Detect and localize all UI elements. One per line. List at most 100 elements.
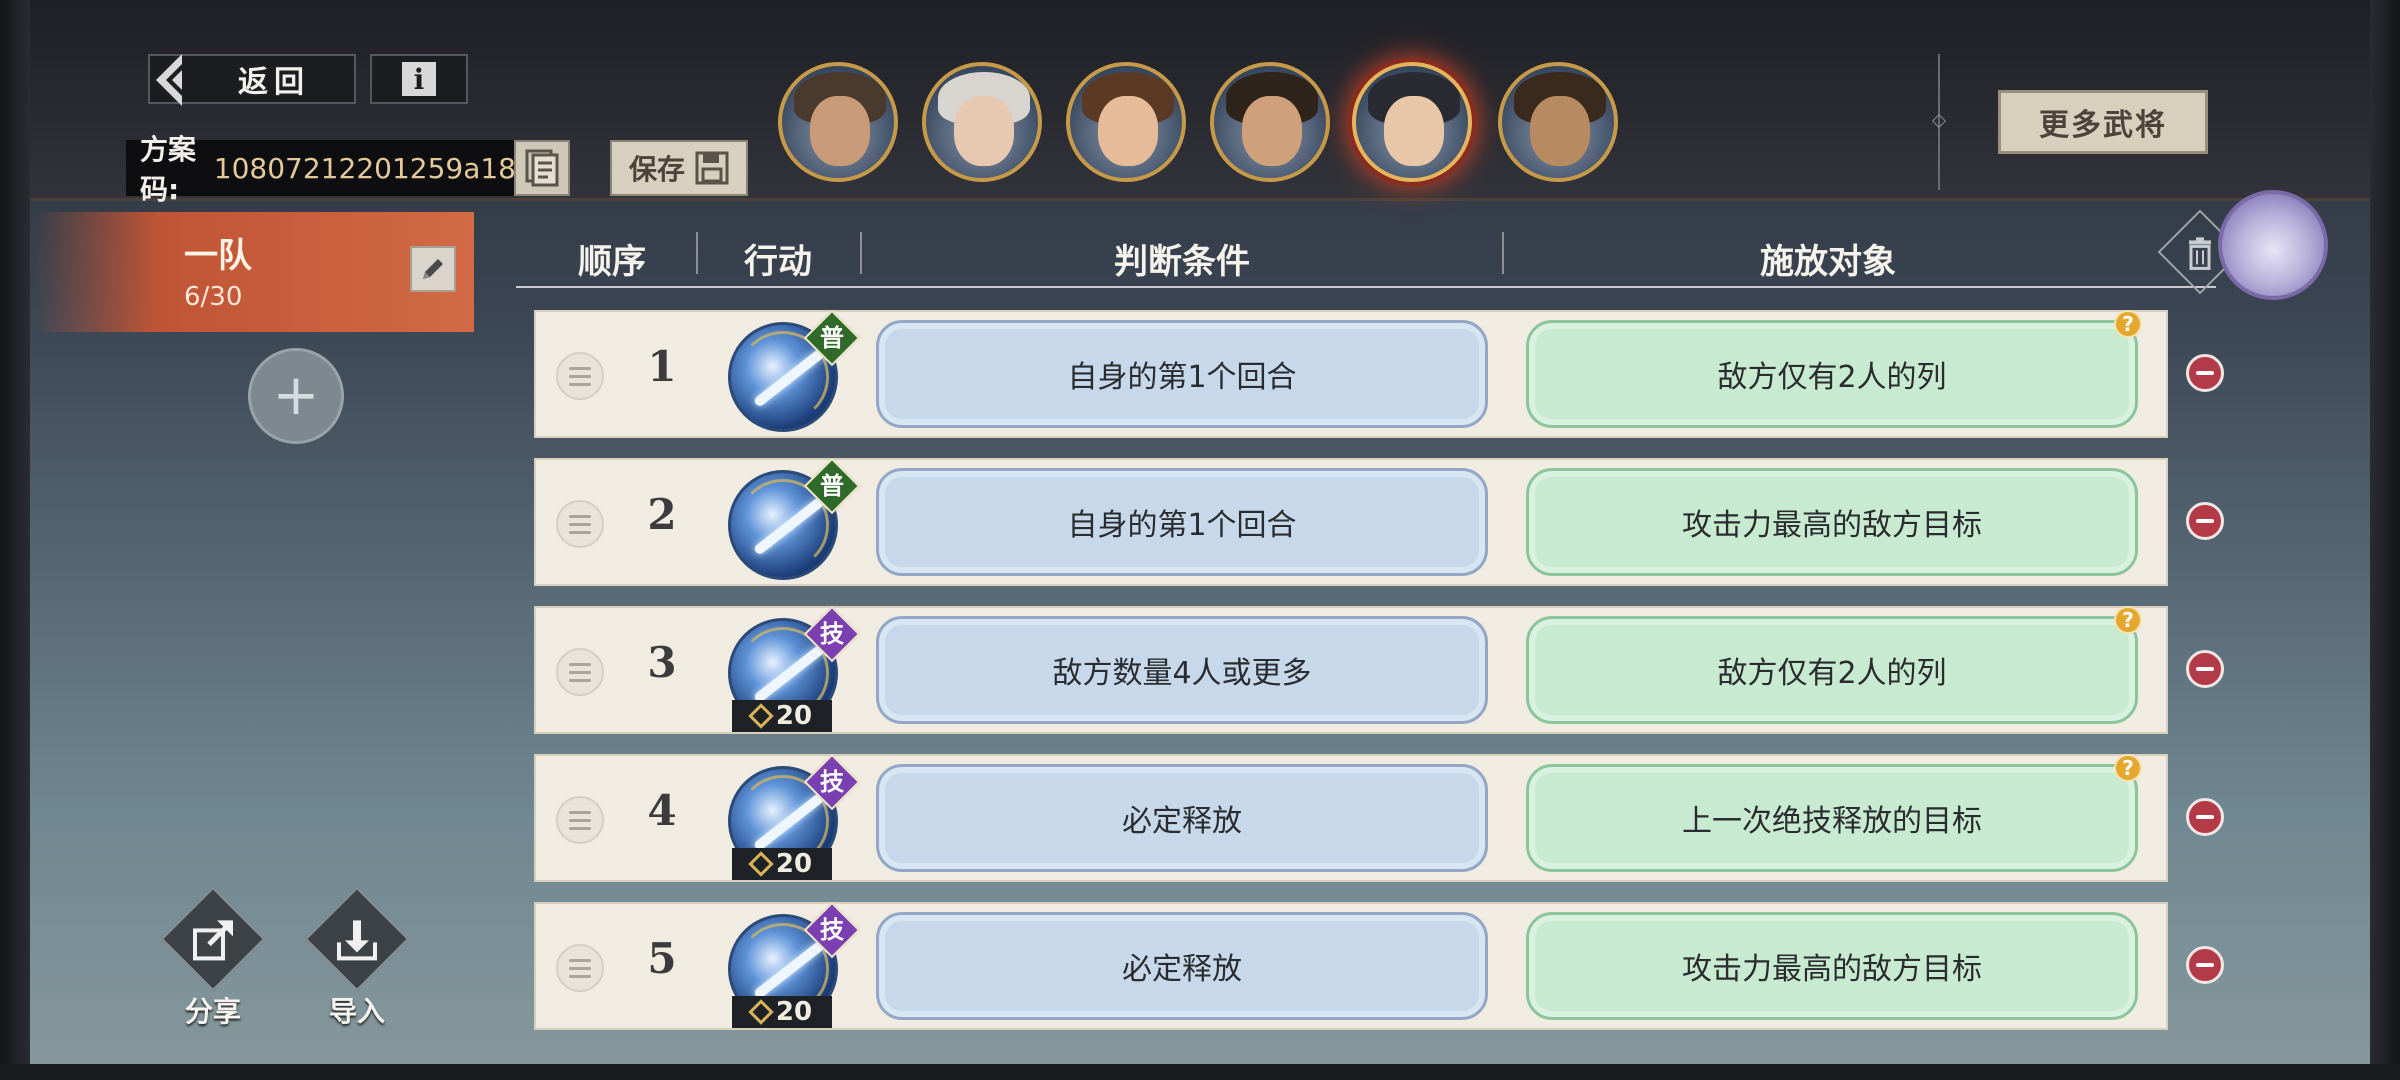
cost-value: 20 <box>775 997 813 1027</box>
cost-value: 20 <box>775 701 813 731</box>
skill-type-label: 技 <box>820 619 844 648</box>
left-frame <box>0 0 30 1080</box>
skill-type-label: 技 <box>820 767 844 796</box>
skill-cost: 20 <box>732 996 832 1028</box>
skill-type-label: 普 <box>820 323 844 352</box>
header-separator <box>696 232 698 274</box>
team-count: 6/30 <box>184 282 243 312</box>
remove-row-button[interactable] <box>2186 946 2224 984</box>
pencil-icon <box>423 259 443 279</box>
skill-cost: 20 <box>732 848 832 880</box>
save-icon <box>695 151 729 185</box>
hero-face <box>1530 96 1590 166</box>
hero-portrait[interactable] <box>1498 62 1618 182</box>
target-button[interactable]: 敌方仅有2人的列 <box>1526 320 2138 428</box>
energy-icon <box>748 703 774 729</box>
top-divider <box>0 198 2400 201</box>
team-tab[interactable]: 一队 6/30 <box>34 212 474 332</box>
order-number: 3 <box>647 638 677 687</box>
hero-face <box>810 96 870 166</box>
hero-portrait[interactable] <box>778 62 898 182</box>
condition-button[interactable]: 自身的第1个回合 <box>876 320 1488 428</box>
drag-handle-icon[interactable] <box>556 944 604 992</box>
header-target: 施放对象 <box>1760 242 1896 282</box>
share-button[interactable]: 分享 <box>158 886 268 1028</box>
hero-portrait[interactable] <box>1352 62 1472 182</box>
hero-portrait[interactable] <box>1210 62 1330 182</box>
order-number: 1 <box>647 342 677 391</box>
copy-icon <box>525 149 559 187</box>
bottom-frame <box>0 1064 2400 1080</box>
hero-face <box>1098 96 1158 166</box>
hero-portrait[interactable] <box>1066 62 1186 182</box>
remove-row-button[interactable] <box>2186 354 2224 392</box>
minus-icon <box>2196 371 2214 375</box>
help-icon[interactable]: ? <box>2114 754 2142 782</box>
copy-code-button[interactable] <box>514 140 570 196</box>
order-number: 4 <box>647 786 677 835</box>
drag-handle-icon[interactable] <box>556 352 604 400</box>
target-button[interactable]: 上一次绝技释放的目标 <box>1526 764 2138 872</box>
drag-handle-icon[interactable] <box>556 796 604 844</box>
plan-code: 方案码: 10807212201259a18 <box>126 133 516 206</box>
info-button[interactable]: i <box>370 54 468 104</box>
add-team-button[interactable]: + <box>248 348 344 444</box>
import-button[interactable]: 导入 <box>302 886 412 1028</box>
hero-face <box>1242 96 1302 166</box>
condition-button[interactable]: 敌方数量4人或更多 <box>876 616 1488 724</box>
minus-icon <box>2196 815 2214 819</box>
hero-face <box>1384 96 1444 166</box>
condition-button[interactable]: 自身的第1个回合 <box>876 468 1488 576</box>
table-row: 4 技 20 必定释放 上一次绝技释放的目标? <box>534 753 2168 882</box>
header-separator <box>860 232 862 274</box>
minus-icon <box>2196 667 2214 671</box>
header-order: 顺序 <box>578 242 646 282</box>
table-header: 顺序 行动 判断条件 施放对象 <box>516 226 2230 288</box>
import-label: 导入 <box>328 995 385 1028</box>
skill-cost: 20 <box>732 700 832 732</box>
condition-button[interactable]: 必定释放 <box>876 764 1488 872</box>
remove-row-button[interactable] <box>2186 650 2224 688</box>
more-heroes-button[interactable]: 更多武将 <box>1998 90 2208 154</box>
save-button[interactable]: 保存 <box>610 140 748 196</box>
order-number: 2 <box>647 490 677 539</box>
help-icon[interactable]: ? <box>2114 606 2142 634</box>
minus-icon <box>2196 963 2214 967</box>
table-row: 1 普 自身的第1个回合 敌方仅有2人的列? <box>534 309 2168 438</box>
right-frame <box>2370 0 2400 1080</box>
condition-button[interactable]: 必定释放 <box>876 912 1488 1020</box>
hero-face <box>954 96 1014 166</box>
drag-handle-icon[interactable] <box>556 500 604 548</box>
plus-icon: + <box>272 363 320 428</box>
skill-type-label: 普 <box>820 471 844 500</box>
plan-code-label: 方案码: <box>140 133 197 206</box>
back-button[interactable]: 返回 <box>148 54 356 106</box>
plan-code-value: 10807212201259a18 <box>213 151 516 185</box>
player-avatar[interactable] <box>2218 190 2328 300</box>
team-name: 一队 <box>184 236 252 276</box>
energy-icon <box>748 851 774 877</box>
remove-row-button[interactable] <box>2186 798 2224 836</box>
back-arrow-icon <box>150 54 196 106</box>
edit-team-button[interactable] <box>410 246 456 292</box>
header-separator <box>1502 232 1504 274</box>
save-label: 保存 <box>628 153 685 186</box>
table-row: 2 普 自身的第1个回合 攻击力最高的敌方目标 <box>534 457 2168 586</box>
minus-icon <box>2196 519 2214 523</box>
help-icon[interactable]: ? <box>2114 310 2142 338</box>
drag-handle-icon[interactable] <box>556 648 604 696</box>
header-action: 行动 <box>744 242 812 282</box>
target-button[interactable]: 敌方仅有2人的列 <box>1526 616 2138 724</box>
hero-portrait[interactable] <box>922 62 1042 182</box>
remove-row-button[interactable] <box>2186 502 2224 540</box>
table-row: 5 技 20 必定释放 攻击力最高的敌方目标 <box>534 901 2168 1030</box>
order-number: 5 <box>647 934 677 983</box>
table-row: 3 技 20 敌方数量4人或更多 敌方仅有2人的列? <box>534 605 2168 734</box>
target-button[interactable]: 攻击力最高的敌方目标 <box>1526 912 2138 1020</box>
info-icon: i <box>402 62 436 96</box>
share-label: 分享 <box>184 995 241 1028</box>
energy-icon <box>748 999 774 1025</box>
import-icon <box>304 886 410 992</box>
more-heroes-label: 更多武将 <box>2039 108 2167 143</box>
target-button[interactable]: 攻击力最高的敌方目标 <box>1526 468 2138 576</box>
